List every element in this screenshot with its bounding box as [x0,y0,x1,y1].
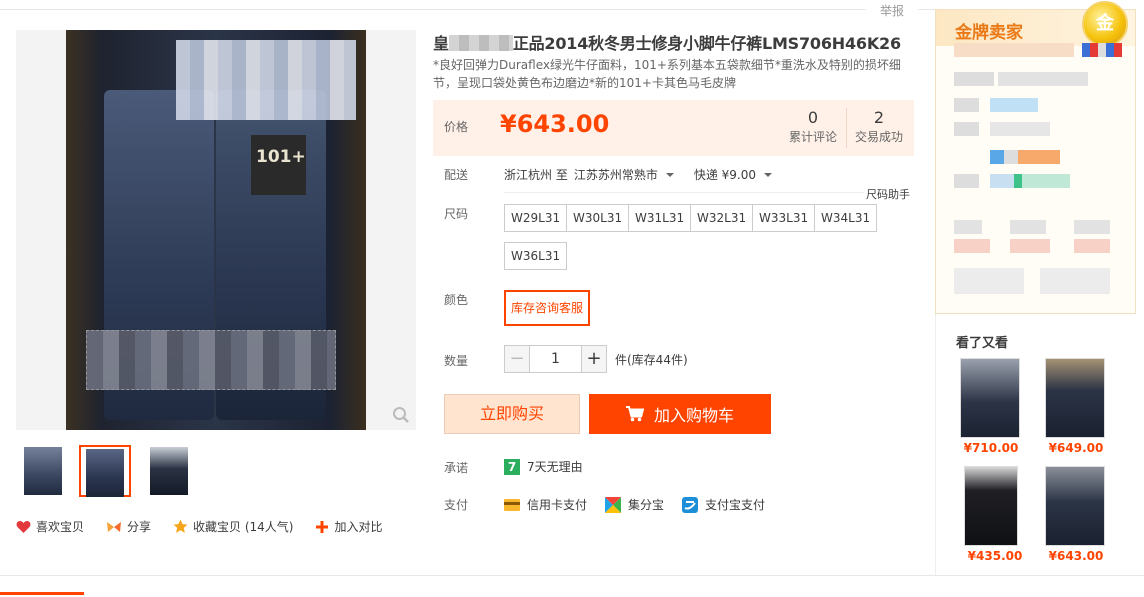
promise-label: 承诺 [444,461,469,475]
alipay-payment[interactable]: 支付宝支付 [682,496,765,513]
share-icon [107,521,122,532]
color-option[interactable]: 库存咨询客服 [504,290,591,326]
quantity-input[interactable] [530,345,581,373]
thumbnail-1[interactable] [22,445,74,497]
thumbnail-3[interactable] [148,445,200,497]
alipay-icon [682,496,699,513]
seller-action-button[interactable] [1040,268,1110,294]
blurred-region [954,43,1074,57]
shipping-select[interactable]: 快递 ¥9.00 [694,166,756,183]
review-count[interactable]: 0 累计评论 [787,108,839,146]
size-helper-link[interactable]: 尺码助手 [866,186,910,202]
compare-button[interactable]: 加入对比 [315,518,383,535]
size-label: 尺码 [444,207,469,221]
payment-label: 支付 [444,498,469,512]
promise-row[interactable]: 7 7天无理由 [504,458,583,475]
product-tag: 101+ [251,135,306,195]
recommended-item[interactable]: ¥710.00 [960,358,1022,455]
size-option[interactable]: W34L31 [814,204,878,232]
quantity-stepper: − + 件(库存44件) [504,345,688,373]
action-row: 喜欢宝贝 分享 收藏宝贝 (14人气) 加入对比 [16,518,405,535]
price-panel: 价格 ¥643.00 0 累计评论 2 交易成功 [433,100,914,156]
product-photo: 101+ [66,30,366,430]
zoom-icon[interactable] [392,406,410,424]
size-option[interactable]: W36L31 [504,242,568,270]
increase-button[interactable]: + [581,345,607,373]
stock-text: 件(库存44件) [615,352,688,367]
chevron-down-icon[interactable] [665,172,674,177]
decrease-button[interactable]: − [504,345,530,373]
sales-count: 2 交易成功 [854,108,903,144]
delivery-label: 配送 [444,168,469,182]
credit-card-payment[interactable]: 信用卡支付 [504,496,587,513]
star-icon [173,519,188,533]
delivery-row: 浙江杭州 至 江苏苏州常熟市 快递 ¥9.00 [504,166,792,183]
seller-badge-title: 金牌卖家 [955,23,1023,43]
size-option[interactable]: W33L31 [752,204,816,232]
color-label: 颜色 [444,293,469,307]
quantity-label: 数量 [444,354,469,368]
report-link[interactable]: 举报 [866,2,918,19]
chevron-down-icon[interactable] [764,172,773,177]
watched-title: 看了又看 [956,336,1009,351]
seller-action-button[interactable] [954,268,1024,294]
like-button[interactable]: 喜欢宝贝 [16,518,84,535]
product-page: 举报 101+ 喜欢宝贝 分享 收藏宝贝 (14人气) 加入对比 皇 正品201… [0,0,1144,597]
seven-day-icon: 7 [504,458,520,475]
size-option[interactable]: W30L31 [566,204,630,232]
recommended-image [960,358,1020,438]
size-option[interactable]: W32L31 [690,204,754,232]
product-title: 皇正品2014秋冬男士修身小脚牛仔裤LMS706H46K26 [433,34,901,53]
recommended-image [1045,466,1105,546]
cart-icon [625,406,644,422]
product-subtitle: *良好回弹力Duraflex绿光牛仔面料，101+系列基本五袋款细节*重洗水及特… [433,58,901,90]
jifenbao-payment[interactable]: 集分宝 [605,496,664,513]
credit-card-icon [504,498,520,511]
jifenbao-icon [605,496,622,513]
recommended-item[interactable]: ¥643.00 [1045,466,1107,563]
recommended-item[interactable]: ¥435.00 [964,466,1026,563]
destination-select[interactable]: 江苏苏州常熟市 [574,166,658,183]
recommended-image [964,466,1018,546]
blurred-region [176,40,356,120]
add-to-cart-button[interactable]: 加入购物车 [589,394,771,434]
plus-icon [316,520,329,533]
gold-medal-icon: 金 [1082,1,1128,47]
recommended-image [1045,358,1105,438]
price-label: 价格 [444,120,469,134]
recommended-item[interactable]: ¥649.00 [1045,358,1107,455]
heart-icon [16,520,31,533]
main-product-image[interactable]: 101+ [16,30,416,430]
buy-now-button[interactable]: 立即购买 [444,394,580,434]
price-value: ¥643.00 [500,110,610,138]
blurred-region [86,330,336,390]
payment-methods: 信用卡支付 集分宝 支付宝支付 [504,496,783,513]
seller-panel: 金牌卖家 金 [935,1,1136,314]
thumbnail-2[interactable] [79,445,131,497]
size-option[interactable]: W29L31 [504,204,568,232]
share-button[interactable]: 分享 [106,518,151,535]
top-divider [0,9,935,10]
size-option[interactable]: W31L31 [628,204,692,232]
favorite-button[interactable]: 收藏宝贝 (14人气) [173,518,293,535]
blurred-region [448,35,513,51]
